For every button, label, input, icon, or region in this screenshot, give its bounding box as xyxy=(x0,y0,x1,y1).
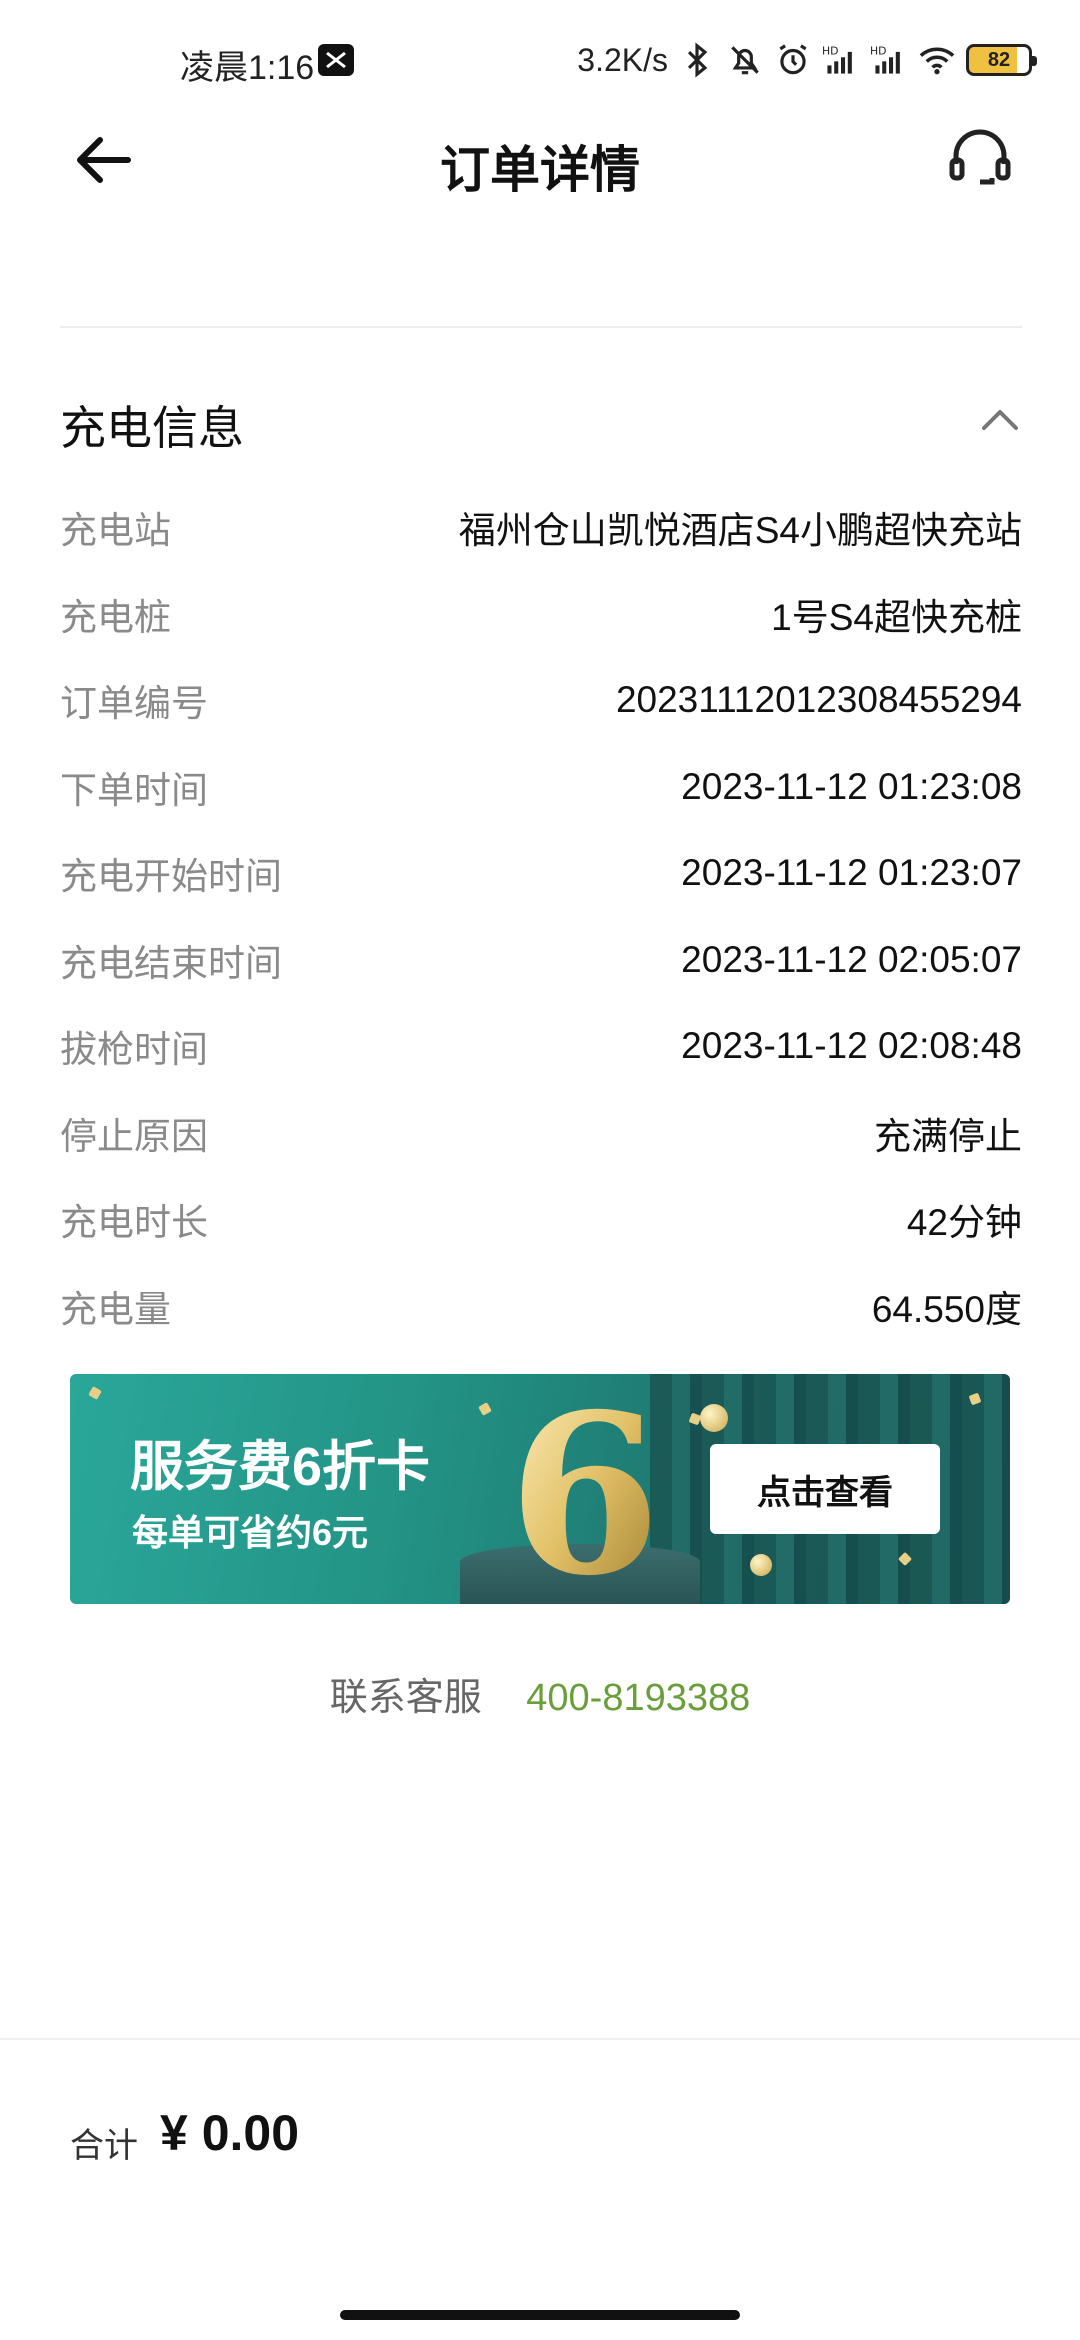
order-detail-page: 凌晨1:16 3.2K/s HD HD 82 订单详情 充电信息 充电站 福州仓… xyxy=(0,0,1080,2340)
info-row-station: 充电站 福州仓山凯悦酒店S4小鹏超快充站 xyxy=(60,484,1022,571)
section-title-charging-info: 充电信息 xyxy=(60,402,244,454)
contact-service: 联系客服 400-8193388 xyxy=(0,1666,1080,1721)
info-row-end-time: 充电结束时间 2023-11-12 02:05:07 xyxy=(60,917,1022,1004)
banner-subtitle: 每单可省约6元 xyxy=(132,1512,369,1553)
confetti-decoration xyxy=(478,1402,492,1416)
confetti-decoration xyxy=(88,1386,102,1400)
alarm-icon xyxy=(779,44,807,75)
info-row-pile: 充电桩 1号S4超快充桩 xyxy=(60,571,1022,658)
page-title: 订单详情 xyxy=(440,142,640,198)
row-value: 2023-11-12 02:08:48 xyxy=(681,1025,1022,1067)
ball-decoration xyxy=(750,1554,772,1576)
svg-text:HD: HD xyxy=(870,45,887,58)
mute-icon xyxy=(731,46,759,75)
info-row-duration: 充电时长 42分钟 xyxy=(60,1176,1022,1263)
wifi-icon xyxy=(919,47,955,75)
row-label: 充电桩 xyxy=(60,596,171,638)
six-graphic-icon: 6 xyxy=(508,1382,650,1592)
row-label: 充电站 xyxy=(60,510,171,552)
promo-banner[interactable]: 6 服务费6折卡 每单可省约6元 点击查看 xyxy=(70,1374,1010,1604)
row-value: 2023-11-12 01:23:07 xyxy=(681,852,1022,894)
row-label: 停止原因 xyxy=(60,1115,208,1157)
row-value: 2023-11-12 02:05:07 xyxy=(681,938,1022,980)
contact-phone-link[interactable]: 400-8193388 xyxy=(526,1677,750,1719)
bluetooth-icon xyxy=(687,42,708,78)
status-icons: 3.2K/s HD HD 82 xyxy=(577,38,1037,82)
status-time: 凌晨1:16 xyxy=(180,49,315,87)
banner-title: 服务费6折卡 xyxy=(130,1437,431,1497)
signal-hd-icon: HD xyxy=(870,45,900,74)
row-label: 订单编号 xyxy=(60,683,208,725)
total-amount: ¥ 0.00 xyxy=(160,2105,300,2161)
row-value: 42分钟 xyxy=(906,1202,1022,1244)
info-row-start-time: 充电开始时间 2023-11-12 01:23:07 xyxy=(60,830,1022,917)
info-row-order-number: 订单编号 20231112012308455294 xyxy=(60,657,1022,744)
row-value: 充满停止 xyxy=(874,1115,1022,1157)
row-value: 20231112012308455294 xyxy=(615,679,1022,721)
row-value: 福州仓山凯悦酒店S4小鹏超快充站 xyxy=(458,510,1022,552)
row-label: 充电开始时间 xyxy=(60,856,282,898)
top-nav: 订单详情 xyxy=(0,110,1080,220)
svg-text:6: 6 xyxy=(508,1382,650,1592)
status-bar: 凌晨1:16 3.2K/s HD HD 82 xyxy=(0,0,1080,125)
signal-hd-icon: HD xyxy=(822,45,852,74)
net-speed: 3.2K/s xyxy=(577,41,668,78)
row-label: 拔枪时间 xyxy=(60,1029,208,1071)
svg-text:HD: HD xyxy=(822,45,839,58)
row-label: 充电结束时间 xyxy=(60,942,282,984)
total-label: 合计 xyxy=(70,2127,138,2165)
row-value: 2023-11-12 01:23:08 xyxy=(681,765,1022,807)
chevron-up-icon xyxy=(982,410,1018,430)
headset-icon xyxy=(949,129,1011,185)
row-value: 1号S4超快充桩 xyxy=(771,596,1022,638)
info-row-stop-reason: 停止原因 充满停止 xyxy=(60,1090,1022,1177)
message-icon xyxy=(318,44,354,76)
ball-decoration xyxy=(700,1404,728,1432)
divider xyxy=(60,326,1022,328)
info-row-unplug-time: 拔枪时间 2023-11-12 02:08:48 xyxy=(60,1003,1022,1090)
customer-service-button[interactable] xyxy=(940,120,1020,200)
footer-divider xyxy=(0,2038,1080,2040)
row-label: 下单时间 xyxy=(60,769,208,811)
charging-info-list: 充电站 福州仓山凯悦酒店S4小鹏超快充站 充电桩 1号S4超快充桩 订单编号 2… xyxy=(60,484,1022,1349)
row-value: 64.550度 xyxy=(871,1288,1022,1330)
view-button[interactable]: 点击查看 xyxy=(710,1444,940,1534)
contact-label: 联系客服 xyxy=(329,1677,482,1719)
battery-icon: 82 xyxy=(966,44,1037,76)
info-row-order-time: 下单时间 2023-11-12 01:23:08 xyxy=(60,744,1022,831)
row-label: 充电时长 xyxy=(60,1202,208,1244)
info-row-energy: 充电量 64.550度 xyxy=(60,1263,1022,1350)
row-label: 充电量 xyxy=(60,1288,171,1330)
collapse-button[interactable] xyxy=(976,400,1024,440)
home-indicator[interactable] xyxy=(340,2310,740,2320)
